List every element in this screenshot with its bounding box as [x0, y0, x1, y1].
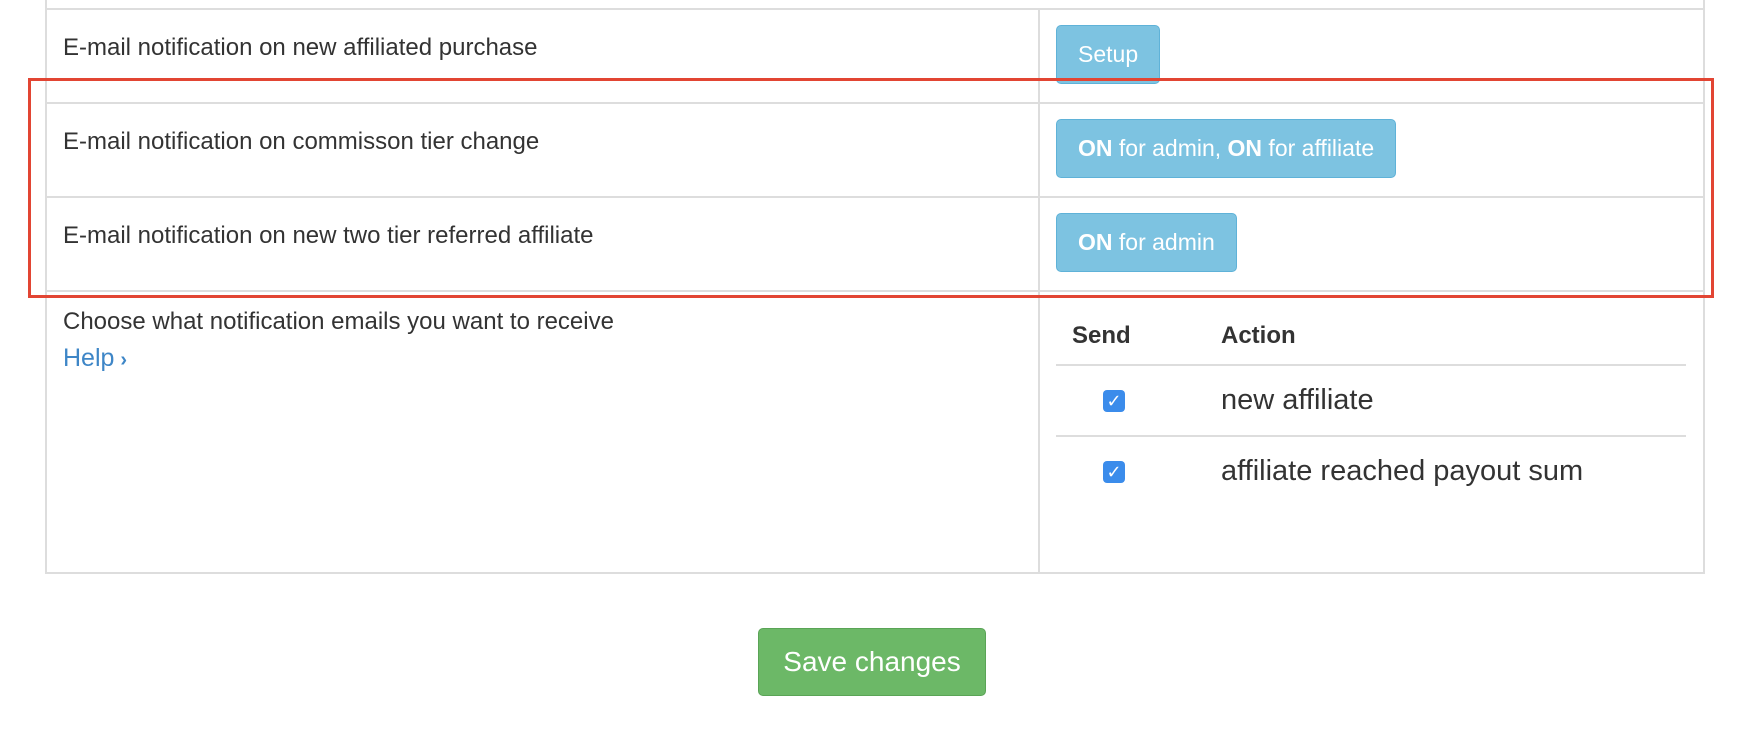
setup-button[interactable]: Setup — [1056, 25, 1161, 84]
on-text: ON — [1078, 229, 1113, 255]
row-value: ON for admin — [1040, 198, 1703, 290]
action-cell: affiliate reached payout sum — [1221, 455, 1584, 487]
send-checkbox[interactable]: ✓ — [1103, 461, 1125, 484]
action-column-header: Action — [1221, 308, 1686, 366]
row-label: E-mail notification on commisson tier ch… — [47, 104, 1040, 196]
send-checkbox[interactable]: ✓ — [1103, 390, 1125, 413]
on-text: ON — [1078, 135, 1113, 161]
notifications-table-cell: Send Action ✓ new affiliate ✓ affiliate … — [1040, 292, 1703, 572]
button-text: for admin — [1112, 229, 1215, 255]
send-cell: ✓ — [1056, 365, 1221, 437]
tier-change-toggle-button[interactable]: ON for admin, ON for affiliate — [1056, 119, 1397, 178]
row-label: E-mail notification on new affiliated pu… — [47, 10, 1040, 102]
button-text: for admin, — [1112, 135, 1228, 161]
save-changes-button[interactable]: Save changes — [758, 628, 986, 696]
table-row: ✓ affiliate reached payout sum — [1056, 436, 1686, 506]
send-cell: ✓ — [1056, 436, 1221, 506]
row-value: Setup — [1040, 10, 1703, 102]
chevron-right-icon: › — [120, 349, 128, 371]
row-label: E-mail notification on new two tier refe… — [47, 198, 1040, 290]
help-link[interactable]: Help › — [63, 344, 127, 372]
row-label-cell: Choose what notification emails you want… — [47, 292, 1040, 572]
help-text: Help — [63, 344, 115, 372]
notifications-label: Choose what notification emails you want… — [63, 308, 614, 335]
table-row: ✓ new affiliate — [1056, 365, 1686, 437]
table-header-row: Send Action — [1056, 308, 1686, 366]
row-tier-change: E-mail notification on commisson tier ch… — [47, 102, 1703, 196]
action-cell: new affiliate — [1221, 365, 1686, 437]
send-column-header: Send — [1056, 308, 1221, 366]
button-text: for affiliate — [1262, 135, 1375, 161]
row-value: ON for admin, ON for affiliate — [1040, 104, 1703, 196]
row-affiliated-purchase: E-mail notification on new affiliated pu… — [47, 8, 1703, 102]
row-two-tier-referred: E-mail notification on new two tier refe… — [47, 196, 1703, 290]
two-tier-toggle-button[interactable]: ON for admin — [1056, 213, 1237, 272]
row-notification-emails: Choose what notification emails you want… — [47, 290, 1703, 572]
notifications-table: Send Action ✓ new affiliate ✓ affiliate … — [1056, 308, 1686, 506]
on-text: ON — [1227, 135, 1263, 161]
settings-table: E-mail notification on new affiliated pu… — [45, 0, 1705, 574]
